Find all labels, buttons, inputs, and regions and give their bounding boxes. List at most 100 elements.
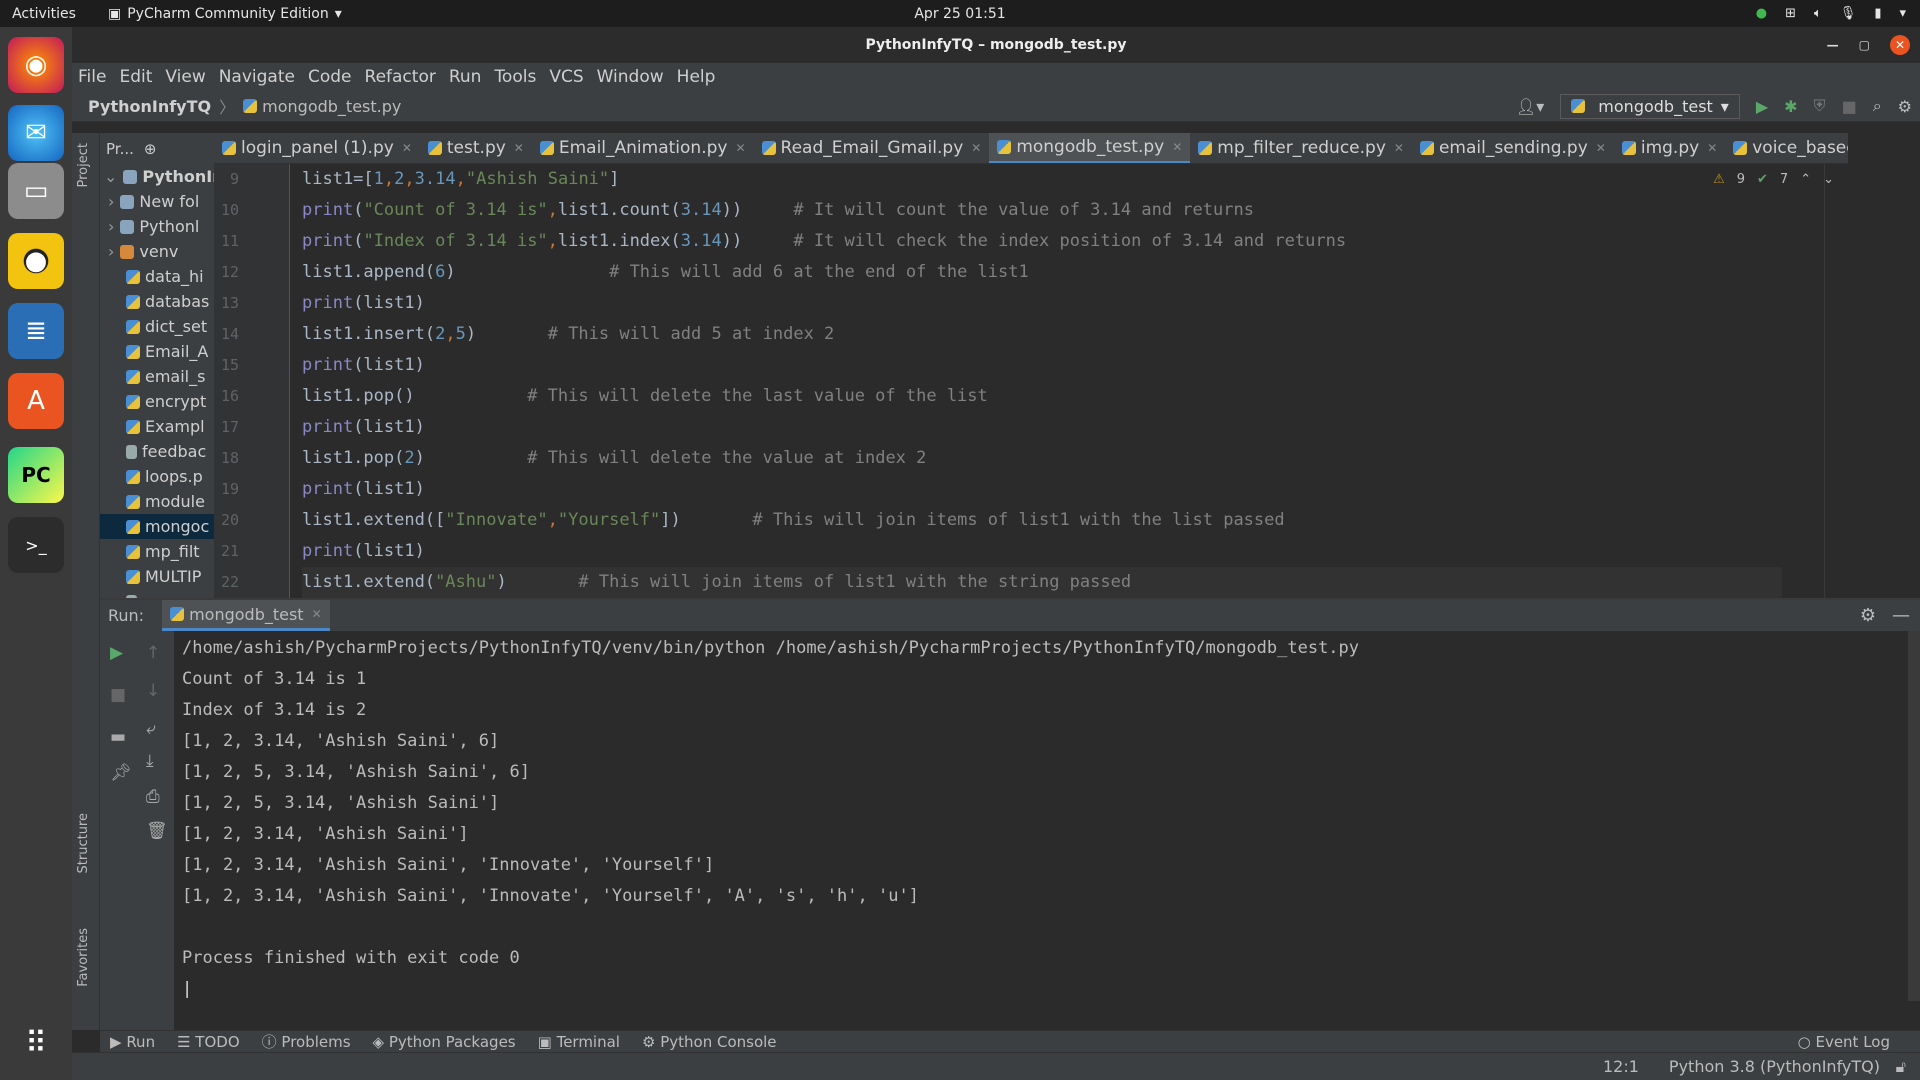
- run-tool-button[interactable]: ▶ Run: [110, 1033, 155, 1051]
- console-scrollbar[interactable]: [1908, 631, 1920, 1001]
- scroll-to-end-icon[interactable]: ⤓: [146, 751, 154, 771]
- gear-icon[interactable]: ⚙: [1898, 97, 1912, 116]
- terminal-tool-button[interactable]: ▣ Terminal: [538, 1033, 620, 1051]
- code-line[interactable]: list1.pop() # This will delete the last …: [302, 381, 1782, 412]
- run-config-selector[interactable]: mongodb_test ▾: [1560, 93, 1740, 119]
- inspection-widget[interactable]: ⚠ 9 ✔ 7 ⌃ ⌄: [1713, 172, 1834, 187]
- todo-tool-button[interactable]: ☰ TODO: [177, 1033, 240, 1051]
- code-line[interactable]: list1.append(6) # This will add 6 at the…: [302, 257, 1782, 288]
- layout-icon[interactable]: ▬: [110, 727, 126, 747]
- firefox-icon[interactable]: ◉: [8, 37, 64, 93]
- code-line[interactable]: list1.insert(2,5) # This will add 5 at i…: [302, 319, 1782, 350]
- project-view-selector[interactable]: Pr...: [106, 140, 134, 158]
- code-line[interactable]: print(list1): [302, 474, 1782, 505]
- chevron-right-icon[interactable]: ›: [108, 192, 114, 211]
- close-icon[interactable]: ✕: [971, 141, 981, 155]
- close-icon[interactable]: ✕: [1890, 35, 1910, 55]
- code-line[interactable]: print(list1): [302, 288, 1782, 319]
- app-grid-icon[interactable]: ⠿: [8, 1015, 64, 1071]
- code-line[interactable]: print(list1): [302, 412, 1782, 443]
- rhythmbox-icon[interactable]: ●: [8, 233, 64, 289]
- editor-tab[interactable]: img.py ✕: [1614, 133, 1725, 163]
- code-line[interactable]: list1=[1,2,3.14,"Ashish Saini"]: [302, 164, 1782, 195]
- hide-icon[interactable]: —: [1892, 605, 1910, 626]
- console-caret[interactable]: |: [182, 974, 1902, 1005]
- code-line[interactable]: list1.extend(["Innovate","Yourself"]) # …: [302, 505, 1782, 536]
- down-arrow-icon[interactable]: ↓: [146, 681, 160, 701]
- system-tray[interactable]: ● ⊞ 🔈︎ 🎙︎ ▮ ▾: [1756, 6, 1906, 21]
- network-icon[interactable]: ⊞: [1785, 6, 1796, 21]
- writer-icon[interactable]: ≣: [8, 303, 64, 359]
- update-icon[interactable]: ●: [1756, 6, 1767, 21]
- code-line[interactable]: print(list1): [302, 350, 1782, 381]
- volume-icon[interactable]: 🔈︎: [1814, 6, 1822, 21]
- editor-tab[interactable]: mongodb_test.py ✕: [989, 133, 1191, 163]
- code-line[interactable]: print(list1): [302, 536, 1782, 567]
- editor-tab[interactable]: voice_based_em: [1725, 133, 1848, 163]
- python-console-tool-button[interactable]: ⚙ Python Console: [642, 1033, 777, 1051]
- chevron-up-icon[interactable]: ⌃: [1800, 172, 1811, 187]
- rerun-icon[interactable]: ▶: [110, 643, 123, 663]
- menu-tools[interactable]: Tools: [494, 67, 536, 87]
- menu-code[interactable]: Code: [308, 67, 352, 87]
- editor-tab[interactable]: email_sending.py ✕: [1412, 133, 1614, 163]
- editor-tab[interactable]: login_panel (1).py ✕: [214, 133, 420, 163]
- editor-tab[interactable]: mp_filter_reduce.py ✕: [1190, 133, 1412, 163]
- menu-refactor[interactable]: Refactor: [365, 67, 436, 87]
- problems-tool-button[interactable]: ⓘ Problems: [262, 1031, 351, 1052]
- soft-wrap-icon[interactable]: ⤶: [146, 719, 156, 739]
- chevron-down-icon[interactable]: ⌄: [1823, 172, 1834, 187]
- thunderbird-icon[interactable]: ✉: [8, 105, 64, 161]
- lock-icon[interactable]: 🔓︎: [1896, 1057, 1906, 1077]
- locate-icon[interactable]: ⊕: [144, 140, 157, 158]
- project-tool-tab[interactable]: Project: [76, 143, 91, 187]
- code-editor[interactable]: 9 10 11 12 13 14 15 16 17 18 19 20 21 22 list1=[1,2,3…: [214, 164, 1848, 598]
- software-icon[interactable]: A: [8, 373, 64, 429]
- run-tab[interactable]: mongodb_test ✕: [162, 600, 330, 631]
- python-packages-tool-button[interactable]: ◈ Python Packages: [373, 1033, 516, 1051]
- close-icon[interactable]: ✕: [1172, 140, 1182, 154]
- chevron-right-icon[interactable]: ›: [108, 217, 114, 236]
- event-log-button[interactable]: ○ Event Log: [1798, 1033, 1890, 1051]
- minimize-icon[interactable]: —: [1827, 38, 1839, 52]
- menu-navigate[interactable]: Navigate: [219, 67, 295, 87]
- favorites-tool-tab[interactable]: Favorites: [76, 928, 91, 987]
- close-icon[interactable]: ✕: [1596, 141, 1606, 155]
- stop-icon[interactable]: ■: [1842, 97, 1857, 116]
- run-icon[interactable]: ▶: [1756, 97, 1768, 116]
- structure-tool-tab[interactable]: Structure: [76, 813, 91, 873]
- coverage-icon[interactable]: ⛨: [1814, 96, 1826, 116]
- close-icon[interactable]: ✕: [735, 141, 745, 155]
- chevron-right-icon[interactable]: ›: [108, 242, 114, 261]
- editor-tab[interactable]: test.py ✕: [420, 133, 532, 163]
- up-arrow-icon[interactable]: ↑: [146, 643, 160, 663]
- terminal-icon[interactable]: >_: [8, 517, 64, 573]
- menu-file[interactable]: File: [78, 67, 106, 87]
- trash-icon[interactable]: 🗑︎: [146, 821, 168, 841]
- interpreter-selector[interactable]: Python 3.8 (PythonInfyTQ): [1669, 1057, 1880, 1076]
- maximize-icon[interactable]: ▢: [1859, 38, 1870, 52]
- pin-icon[interactable]: 📌︎: [110, 763, 132, 783]
- close-icon[interactable]: ✕: [1707, 141, 1717, 155]
- chevron-down-icon[interactable]: ▾: [1899, 6, 1906, 21]
- code-line[interactable]: list1.extend("Ashu") # This will join it…: [302, 567, 1782, 598]
- error-stripe[interactable]: [1824, 164, 1848, 598]
- code-line[interactable]: list1.pop(2) # This will delete the valu…: [302, 443, 1782, 474]
- menu-run[interactable]: Run: [449, 67, 482, 87]
- app-menu[interactable]: ▣ PyCharm Community Edition ▾: [108, 6, 342, 22]
- mic-icon[interactable]: 🎙︎: [1840, 6, 1857, 21]
- menu-vcs[interactable]: VCS: [549, 67, 583, 87]
- stop-icon[interactable]: ■: [110, 685, 126, 705]
- menu-window[interactable]: Window: [597, 67, 664, 87]
- editor-tab[interactable]: Email_Animation.py ✕: [532, 133, 754, 163]
- debug-icon[interactable]: ✱: [1784, 97, 1797, 116]
- menu-help[interactable]: Help: [677, 67, 716, 87]
- battery-icon[interactable]: ▮: [1874, 6, 1881, 21]
- code-line[interactable]: print("Count of 3.14 is",list1.count(3.1…: [302, 195, 1782, 226]
- menu-view[interactable]: View: [165, 67, 205, 87]
- cursor-position[interactable]: 12:1: [1603, 1057, 1639, 1076]
- print-icon[interactable]: ⎙: [146, 787, 160, 807]
- chevron-right-icon[interactable]: ⌄: [104, 167, 117, 186]
- editor-tab[interactable]: Read_Email_Gmail.py ✕: [754, 133, 990, 163]
- close-icon[interactable]: ✕: [312, 607, 322, 621]
